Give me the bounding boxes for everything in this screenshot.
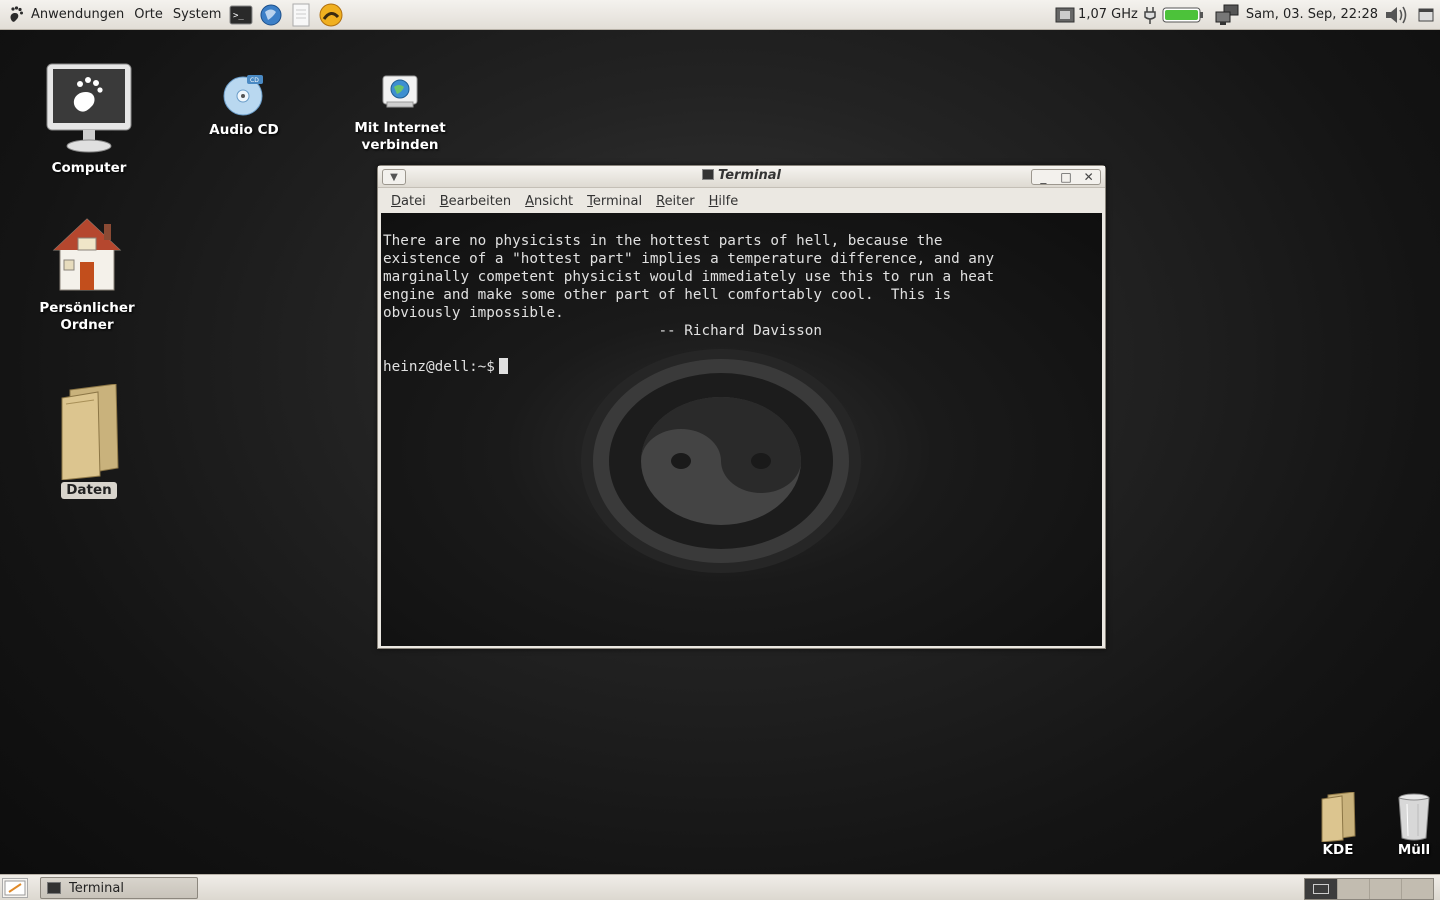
top-panel: Anwendungen Orte System >_ 1,07 GHz Sam,… xyxy=(0,0,1440,30)
text-editor-launcher-icon[interactable] xyxy=(288,2,314,28)
desktop-icon-audio-cd[interactable]: CD Audio CD xyxy=(194,72,294,139)
terminal-menubar: Datei Bearbeiten Ansicht Terminal Reiter… xyxy=(378,189,1105,213)
terminal-line: obviously impossible. xyxy=(383,305,564,321)
clock[interactable]: Sam, 03. Sep, 22:28 xyxy=(1246,7,1378,22)
menu-terminal[interactable]: Terminal xyxy=(580,194,649,209)
workspace-4[interactable] xyxy=(1401,879,1433,899)
cpu-freq-icon xyxy=(1055,7,1075,22)
desktop-icon-daten[interactable]: Daten xyxy=(48,384,130,499)
volume-icon[interactable] xyxy=(1384,4,1408,26)
yin-yang-background-icon xyxy=(581,349,861,573)
terminal-line: existence of a "hottest part" implies a … xyxy=(383,251,995,267)
desktop-icon-label: Daten xyxy=(61,482,117,499)
menu-orte[interactable]: Orte xyxy=(129,0,168,30)
menu-reiter[interactable]: Reiter xyxy=(649,194,702,209)
trash-icon xyxy=(1398,793,1430,841)
menu-datei[interactable]: Datei xyxy=(384,194,433,209)
menu-hilfe[interactable]: Hilfe xyxy=(702,194,746,209)
taskbar-button-label: Terminal xyxy=(69,880,124,896)
show-desktop-icon xyxy=(4,880,26,896)
cpu-freq-text: 1,07 GHz xyxy=(1078,7,1138,22)
terminal-cursor xyxy=(498,358,508,374)
terminal-launcher-icon[interactable]: >_ xyxy=(228,2,254,28)
desktop-icon-label: KDE xyxy=(1322,842,1354,858)
terminal-line: marginally competent physicist would imm… xyxy=(383,269,995,285)
terminal-text: There are no physicists in the hottest p… xyxy=(383,232,994,376)
terminal-line: engine and make some other part of hell … xyxy=(383,287,952,303)
menu-system[interactable]: System xyxy=(168,0,226,30)
desktop-icon-label: Audio CD xyxy=(209,122,279,138)
workspace-1[interactable] xyxy=(1305,879,1337,899)
desktop-icon-computer[interactable]: Computer xyxy=(28,62,150,177)
maximize-button[interactable]: □ xyxy=(1055,170,1078,184)
workspace-3[interactable] xyxy=(1369,879,1401,899)
window-controls: _ □ ✕ xyxy=(1031,169,1101,185)
taskbar-button-terminal[interactable]: Terminal xyxy=(40,877,198,899)
folder-icon xyxy=(1321,792,1356,842)
desktop-icon-kde[interactable]: KDE xyxy=(1310,792,1366,859)
terminal-prompt-line: heinz@dell:~$ xyxy=(383,358,994,376)
computer-monitor-icon xyxy=(46,63,132,153)
workspace-switcher xyxy=(1304,878,1434,900)
terminal-small-icon xyxy=(702,169,715,180)
power-plug-icon[interactable] xyxy=(1144,5,1156,25)
close-button[interactable]: ✕ xyxy=(1077,170,1100,184)
minimize-button[interactable]: _ xyxy=(1032,170,1055,184)
menu-ansicht[interactable]: Ansicht xyxy=(518,194,580,209)
home-folder-icon xyxy=(52,218,122,291)
window-title-text: Terminal xyxy=(718,168,781,183)
desktop-icon-trash[interactable]: Müll xyxy=(1388,792,1440,859)
desktop-icon-label: Müll xyxy=(1397,842,1431,858)
desktop-icon-label: Mit Internet verbinden xyxy=(354,120,446,153)
terminal-small-icon xyxy=(47,882,61,894)
desktop-icon-internet[interactable]: Mit Internet verbinden xyxy=(344,72,456,154)
svg-text:>_: >_ xyxy=(233,11,244,21)
menu-anwendungen[interactable]: Anwendungen xyxy=(26,0,129,30)
desktop-icon-home[interactable]: Persönlicher Ordner xyxy=(26,216,148,334)
battery-icon[interactable] xyxy=(1162,6,1204,24)
terminal-prompt: heinz@dell:~$ xyxy=(383,359,495,375)
desktop-icon-label: Computer xyxy=(51,160,127,176)
folder-icon xyxy=(61,384,119,480)
terminal-window: ▼ Terminal _ □ ✕ Datei Bearbeiten Ansich… xyxy=(377,165,1106,649)
browser-launcher-icon[interactable] xyxy=(258,2,284,28)
terminal-output[interactable]: There are no physicists in the hottest p… xyxy=(381,213,1102,646)
internet-connect-icon xyxy=(382,75,418,108)
network-icon[interactable] xyxy=(1214,4,1240,26)
terminal-line: -- Richard Davisson xyxy=(383,323,822,339)
workspace-2[interactable] xyxy=(1337,879,1369,899)
sun-launcher-icon[interactable] xyxy=(318,2,344,28)
desktop-icon-label: Persönlicher Ordner xyxy=(39,300,135,333)
show-desktop-button[interactable] xyxy=(2,878,28,898)
audio-cd-icon: CD xyxy=(223,75,263,116)
window-thumbnail xyxy=(1313,884,1329,894)
window-title: Terminal xyxy=(378,168,1105,183)
svg-text:CD: CD xyxy=(250,77,259,84)
terminal-line: There are no physicists in the hottest p… xyxy=(383,233,943,249)
window-list-icon[interactable] xyxy=(1418,7,1434,23)
gnome-foot-icon[interactable] xyxy=(6,5,26,25)
bottom-panel: Terminal xyxy=(0,874,1440,900)
window-titlebar[interactable]: ▼ Terminal _ □ ✕ xyxy=(378,166,1105,188)
menu-bearbeiten[interactable]: Bearbeiten xyxy=(433,194,518,209)
